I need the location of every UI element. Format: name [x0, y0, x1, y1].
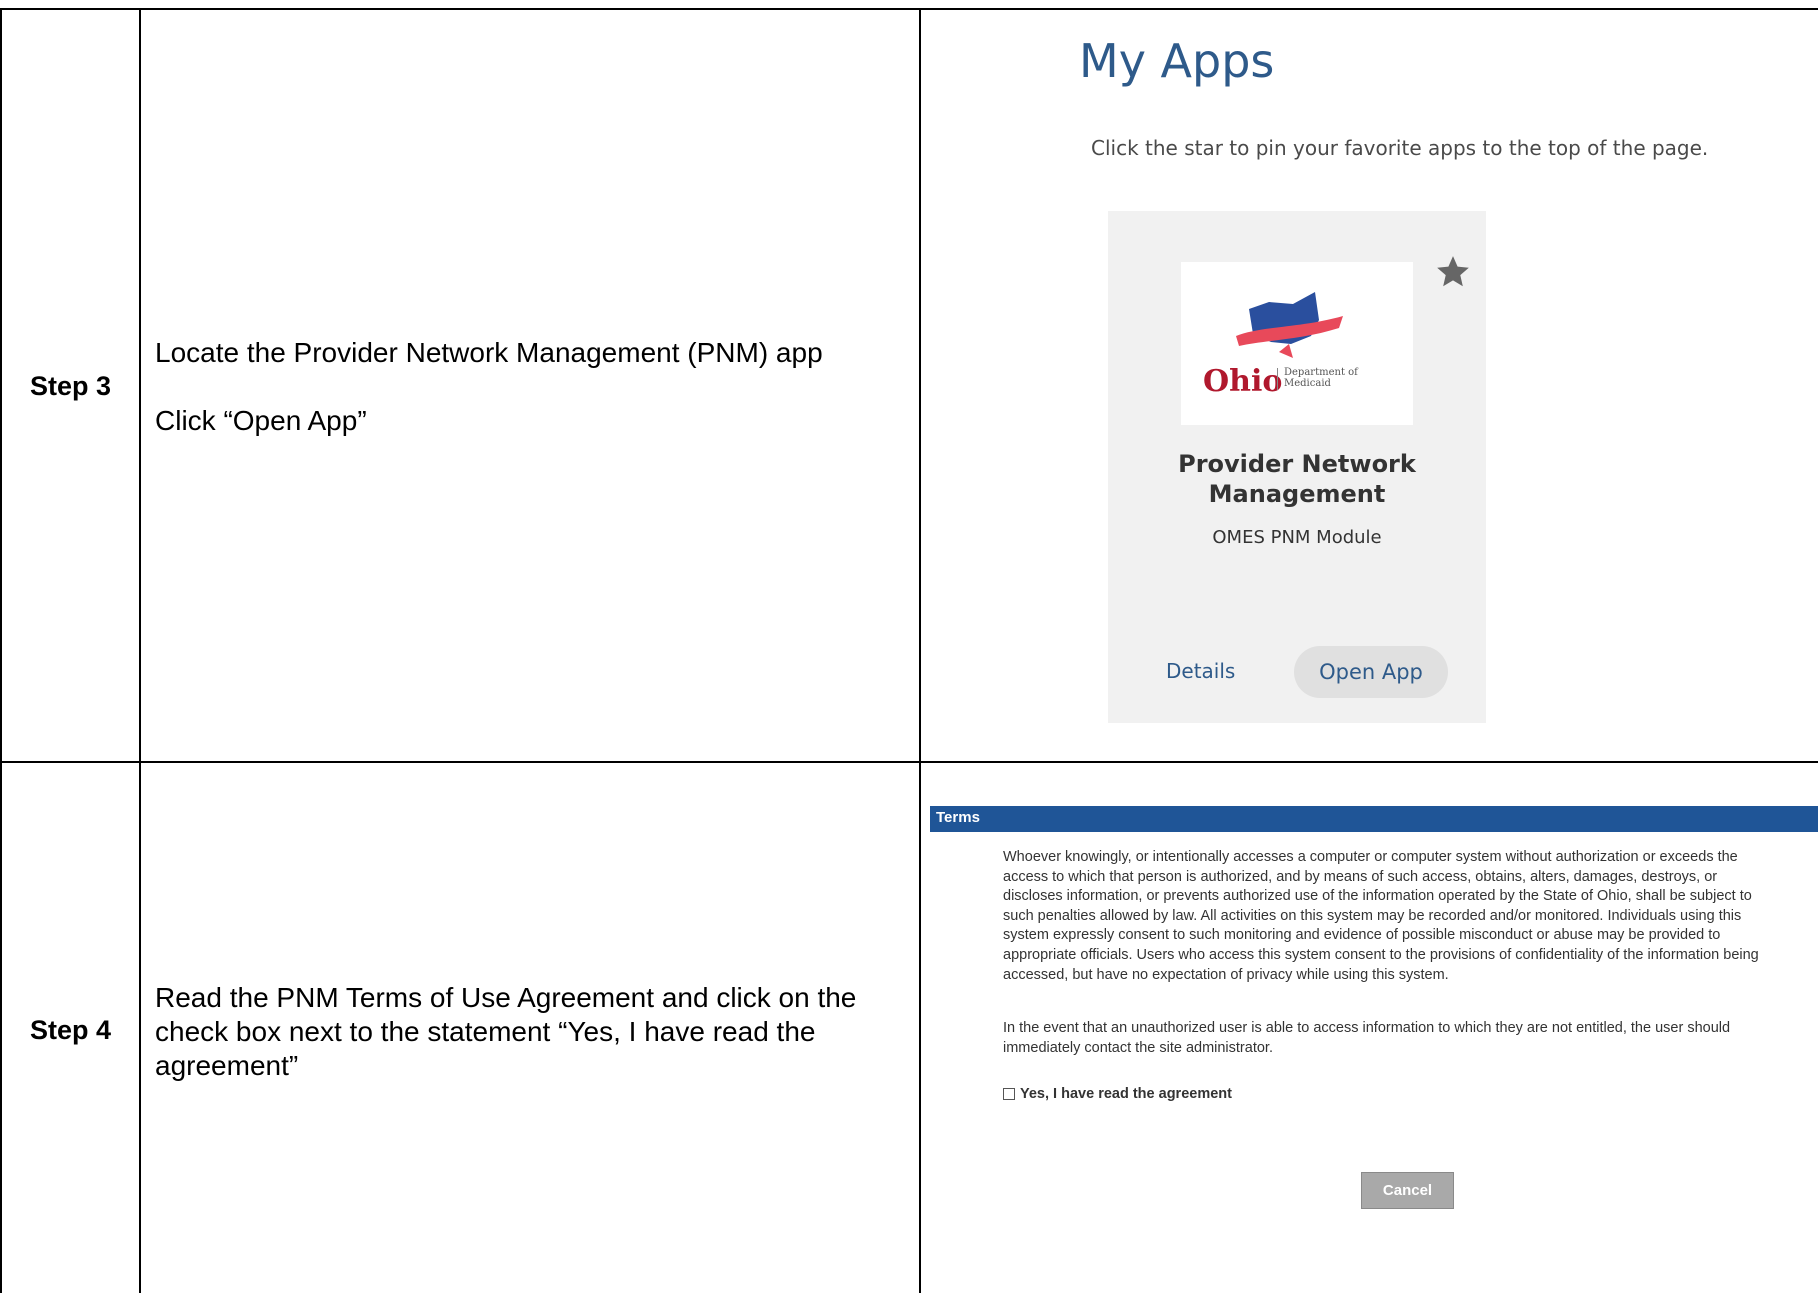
step-3-label: Step 3 [30, 371, 112, 401]
app-name-line2: Management [1208, 480, 1386, 508]
agreement-checkbox-row[interactable]: Yes, I have read the agreement [1003, 1086, 1232, 1102]
my-apps-subtitle: Click the star to pin your favorite apps… [1091, 136, 1709, 160]
terms-paragraph-1: Whoever knowingly, or intentionally acce… [1003, 849, 1759, 983]
agreement-checkbox[interactable] [1003, 1088, 1015, 1100]
details-link[interactable]: Details [1166, 659, 1235, 683]
step-3-instruction-1: Locate the Provider Network Management (… [155, 337, 823, 368]
app-description: OMES PNM Module [1212, 527, 1382, 548]
step-3-instruction-2: Click “Open App” [155, 405, 367, 436]
app-card-pnm: Ohio Department of Medicaid Provider Net… [1108, 211, 1486, 723]
logo-divider [1277, 368, 1278, 390]
open-app-button[interactable]: Open App [1294, 646, 1448, 698]
cancel-button[interactable]: Cancel [1361, 1172, 1454, 1209]
app-name: Provider Network Management [1108, 449, 1486, 509]
ohio-map-logo-icon [1236, 292, 1343, 358]
agreement-checkbox-label[interactable]: Yes, I have read the agreement [1020, 1086, 1232, 1102]
terms-title: Terms [936, 809, 980, 826]
app-name-line1: Provider Network [1178, 450, 1416, 478]
table-column-divider-1 [139, 8, 141, 1293]
step-4-instruction: Read the PNM Terms of Use Agreement and … [155, 982, 857, 1081]
logo-subtext-line1: Department of [1284, 367, 1358, 378]
logo-subtext: Department of Medicaid [1284, 367, 1358, 389]
terms-header-bar: Terms [930, 806, 1818, 832]
step-4-label: Step 4 [30, 1015, 112, 1045]
table-top-border [0, 8, 1818, 10]
table-row-divider [0, 761, 1818, 763]
star-icon[interactable] [1434, 253, 1472, 291]
my-apps-title: My Apps [1079, 34, 1275, 88]
ohio-medicaid-logo: Ohio Department of Medicaid [1181, 262, 1413, 425]
logo-ohio-text: Ohio [1203, 364, 1283, 399]
table-column-divider-2 [919, 8, 921, 1293]
logo-subtext-line2: Medicaid [1284, 378, 1331, 389]
table-left-border [0, 8, 2, 1293]
terms-paragraph-2: In the event that an unauthorized user i… [1003, 1020, 1731, 1056]
